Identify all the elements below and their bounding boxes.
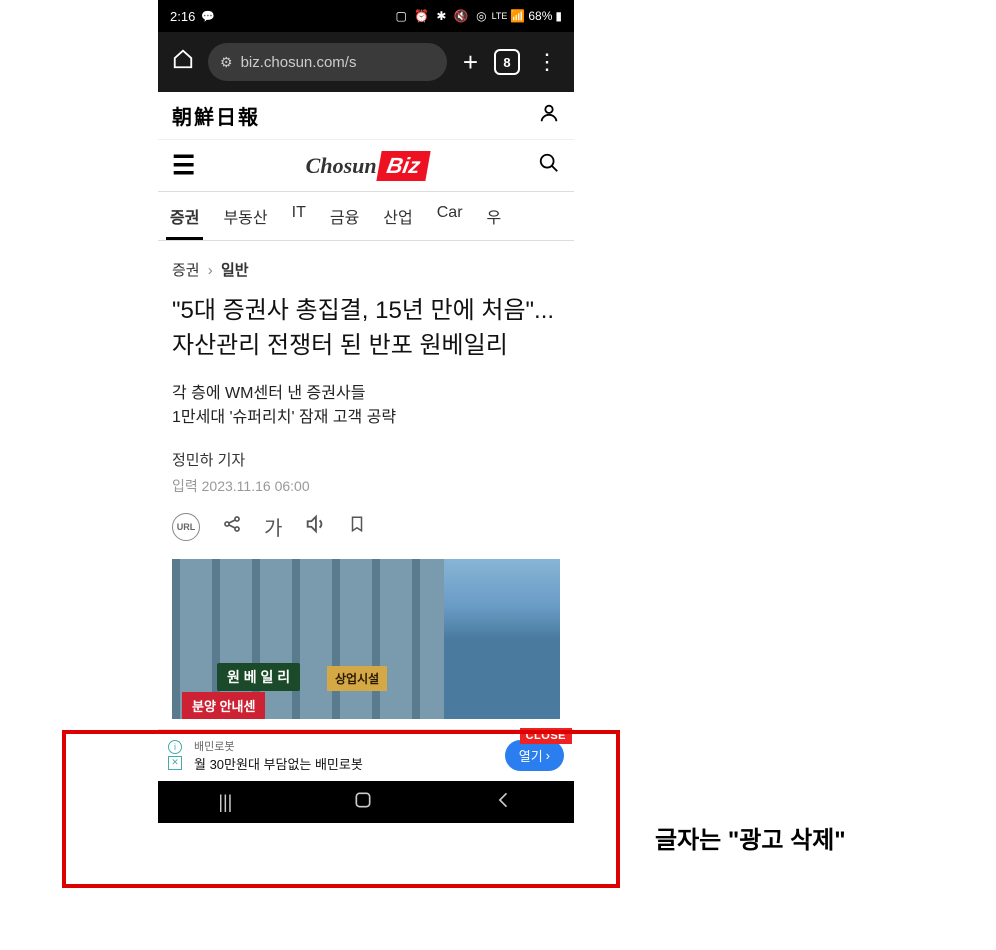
- ad-dismiss-icon[interactable]: ✕: [168, 756, 182, 770]
- home-nav-button[interactable]: [353, 790, 373, 815]
- building-sign-1b: 상업시설: [327, 666, 387, 691]
- more-menu-button[interactable]: ⋮: [528, 49, 566, 75]
- article-byline[interactable]: 정민하 기자: [172, 449, 560, 470]
- ad-info-buttons: i ✕: [168, 740, 184, 772]
- annotation-text: 글자는 "광고 삭제": [655, 820, 846, 855]
- network-label: LTE: [492, 11, 508, 21]
- status-right: ▢ ⏰ ✱ 🔇 ◎ LTE 📶 68% ▮: [395, 9, 562, 23]
- status-left: 2:16 💬: [170, 9, 215, 24]
- site-header: 朝鮮日報: [158, 92, 574, 140]
- site-nav: ☰ Chosun Biz: [158, 140, 574, 192]
- breadcrumb: 증권 › 일반: [172, 259, 560, 280]
- category-tabs: 증권 부동산 IT 금융 산업 Car 우: [158, 192, 574, 241]
- audio-icon[interactable]: [304, 513, 326, 541]
- bookmark-icon[interactable]: [348, 514, 366, 540]
- tab-industry[interactable]: 산업: [371, 192, 424, 240]
- status-bar: 2:16 💬 ▢ ⏰ ✱ 🔇 ◎ LTE 📶 68% ▮: [158, 0, 574, 32]
- building-sign-1: 원 베 일 리: [217, 663, 300, 691]
- tab-finance[interactable]: 금융: [318, 192, 371, 240]
- tab-switcher-button[interactable]: 8: [494, 49, 520, 75]
- url-bar[interactable]: ⚙ biz.chosun.com/s: [208, 43, 447, 81]
- ad-description: 월 30만원대 부담없는 배민로봇: [194, 754, 495, 773]
- recent-apps-button[interactable]: |||: [218, 792, 232, 813]
- tab-realestate[interactable]: 부동산: [211, 192, 279, 240]
- ad-open-button[interactable]: 열기 ›: [505, 740, 564, 771]
- signal-icon: 📶: [510, 9, 525, 23]
- subhead-line2: 1만세대 '슈퍼리치' 잠재 고객 공략: [172, 406, 560, 431]
- article-image: 원 베 일 리 상업시설 분양 안내센: [172, 559, 560, 719]
- browser-bar: ⚙ biz.chosun.com/s + 8 ⋮: [158, 32, 574, 92]
- article-toolbar: URL 가: [172, 512, 560, 541]
- logo-chosun: Chosun: [306, 153, 377, 179]
- breadcrumb-current[interactable]: 일반: [221, 262, 249, 279]
- building-sign-2: 분양 안내센: [182, 692, 265, 719]
- font-size-button[interactable]: 가: [264, 512, 282, 541]
- phone-frame: 2:16 💬 ▢ ⏰ ✱ 🔇 ◎ LTE 📶 68% ▮ ⚙ biz.chosu…: [158, 0, 574, 823]
- battery-label: 68%: [528, 9, 552, 23]
- article-subhead: 각 층에 WM센터 낸 증권사들 1만세대 '슈퍼리치' 잠재 고객 공략: [172, 382, 560, 432]
- url-text: biz.chosun.com/s: [241, 54, 357, 71]
- breadcrumb-parent[interactable]: 증권: [172, 262, 200, 279]
- logo-biz: Biz: [376, 151, 430, 181]
- article: 증권 › 일반 "5대 증권사 총집결, 15년 만에 처음"... 자산관리 …: [158, 241, 574, 729]
- share-icon[interactable]: [222, 514, 242, 540]
- battery-icon: ▮: [555, 9, 562, 23]
- system-nav-bar: |||: [158, 781, 574, 823]
- ad-title: 배민로봇: [194, 738, 495, 754]
- tab-more[interactable]: 우: [475, 192, 514, 240]
- copy-url-button[interactable]: URL: [172, 513, 200, 541]
- hamburger-menu-icon[interactable]: ☰: [172, 150, 195, 181]
- status-time: 2:16: [170, 9, 195, 24]
- ad-info-icon[interactable]: i: [168, 740, 182, 754]
- article-timestamp: 입력 2023.11.16 06:00: [172, 476, 560, 496]
- site-settings-icon: ⚙: [220, 54, 233, 71]
- site-logo[interactable]: Chosun Biz: [306, 151, 428, 181]
- article-headline: "5대 증권사 총집결, 15년 만에 처음"... 자산관리 전쟁터 된 반포…: [172, 294, 560, 364]
- ad-open-label: 열기: [519, 746, 543, 765]
- chevron-right-icon: ›: [208, 262, 213, 279]
- status-icons: ▢ ⏰ ✱ 🔇 ◎: [395, 9, 488, 23]
- subhead-line1: 각 층에 WM센터 낸 증권사들: [172, 382, 560, 407]
- chevron-right-icon: ›: [546, 748, 550, 763]
- newspaper-logo[interactable]: 朝鮮日報: [172, 101, 260, 130]
- ad-banner: i ✕ 배민로봇 월 30만원대 부담없는 배민로봇 열기 › CLOSE: [158, 729, 574, 781]
- ad-text[interactable]: 배민로봇 월 30만원대 부담없는 배민로봇: [194, 738, 495, 773]
- profile-icon[interactable]: [538, 102, 560, 130]
- tab-it[interactable]: IT: [280, 192, 318, 240]
- message-icon: 💬: [201, 10, 215, 23]
- new-tab-button[interactable]: +: [455, 47, 486, 78]
- ad-close-button[interactable]: CLOSE: [520, 728, 572, 744]
- tab-stocks[interactable]: 증권: [158, 192, 211, 240]
- back-nav-button[interactable]: [494, 790, 514, 815]
- home-button[interactable]: [166, 42, 200, 82]
- search-icon[interactable]: [538, 152, 560, 180]
- tab-car[interactable]: Car: [425, 192, 475, 240]
